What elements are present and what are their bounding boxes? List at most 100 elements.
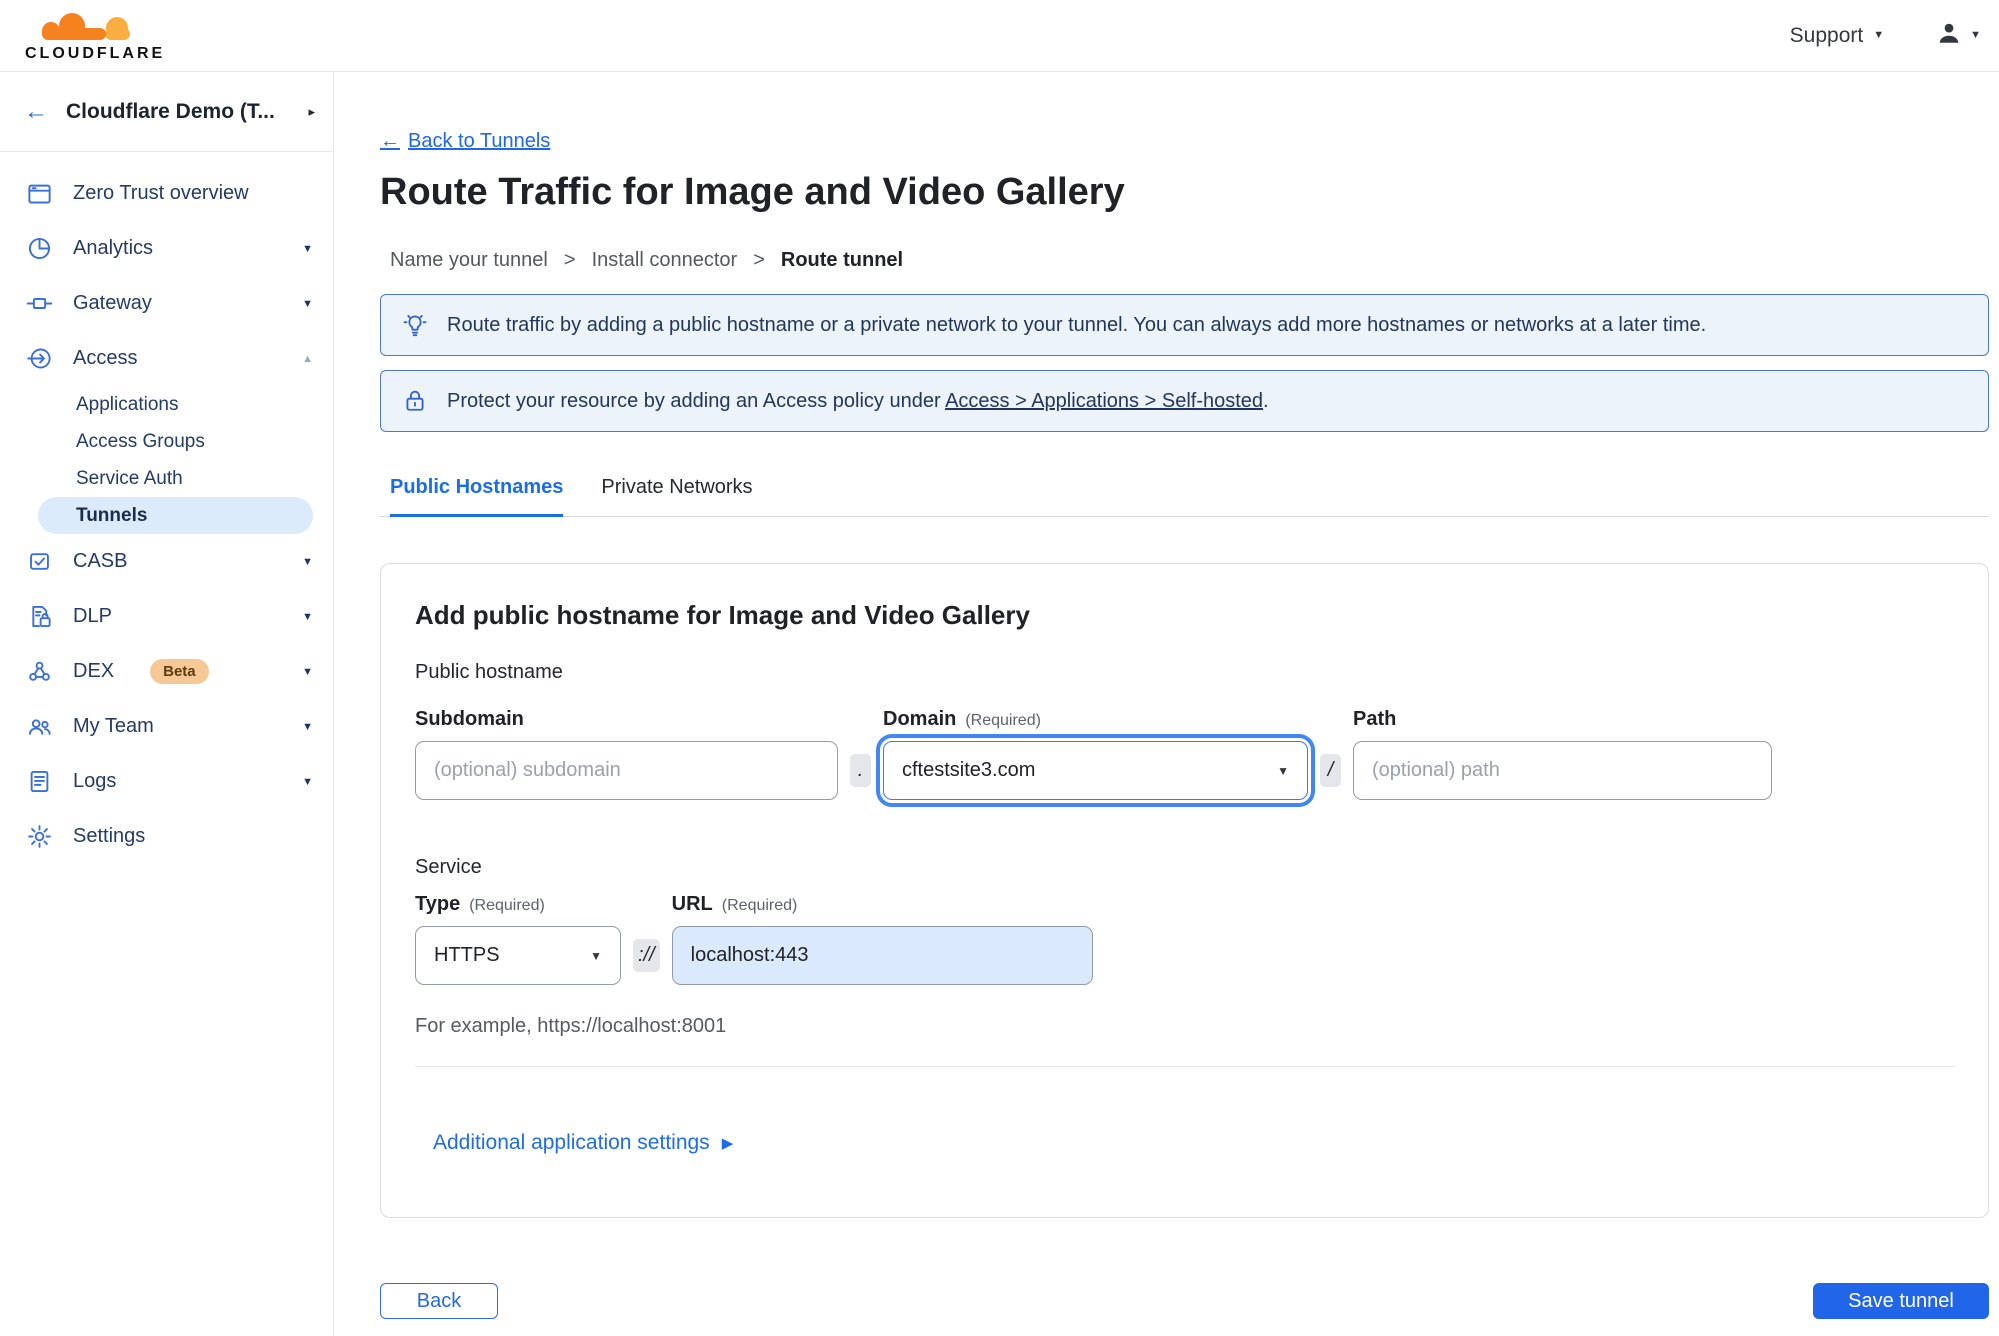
service-type-select[interactable]: HTTPS ▼ [415,926,621,985]
support-menu[interactable]: Support ▼ [1790,24,1884,48]
sidebar-item-label: Analytics [73,237,154,259]
cloudflare-logo[interactable]: CLOUDFLARE [17,11,167,61]
chevron-down-icon: ▼ [1970,29,1981,41]
user-icon [1936,20,1962,51]
sidebar-item-label: Tunnels [76,504,148,526]
chevron-down-icon: ▼ [302,775,313,788]
sidebar-item-casb[interactable]: CASB ▼ [0,534,333,589]
team-icon [26,713,53,740]
required-hint: (Required) [469,897,545,914]
sidebar-item-analytics[interactable]: Analytics ▼ [0,221,333,276]
required-hint: (Required) [721,897,798,914]
wizard-actions: Back Save tunnel [380,1283,1989,1319]
sidebar-item-label: Logs [73,770,117,792]
sidebar-item-label: CASB [73,550,128,572]
back-arrow-icon: ← [380,130,400,152]
step-route-tunnel: Route tunnel [780,249,904,271]
dex-icon [26,658,53,685]
caret-right-icon: ▶ [721,1135,734,1152]
sidebar-item-label: Applications [76,393,179,415]
sidebar-item-applications[interactable]: Applications [0,386,333,423]
access-policy-suffix: . [1263,389,1269,412]
access-policy-link[interactable]: Access > Applications > Self-hosted [945,390,1263,412]
lock-icon [406,390,424,411]
sidebar-item-dex[interactable]: DEX Beta ▼ [0,644,333,699]
chevron-down-icon: ▼ [302,720,313,733]
back-button[interactable]: Back [380,1283,498,1319]
support-label: Support [1789,23,1864,47]
overview-icon [26,180,53,207]
chevron-up-icon: ▲ [302,352,313,365]
service-field-row: Type (Required) HTTPS ▼ :// URL (Required) [415,893,1954,985]
sidebar-item-my-team[interactable]: My Team ▼ [0,699,333,754]
sidebar-expand-icon[interactable]: ▸ [308,104,315,120]
tab-public-hostnames[interactable]: Public Hostnames [390,476,564,517]
sidebar-item-gateway[interactable]: Gateway ▼ [0,276,333,331]
type-selected-value: HTTPS [434,944,500,966]
page-title: Route Traffic for Image and Video Galler… [380,171,1125,213]
back-arrow-icon[interactable]: ← [24,98,48,126]
main-content: ← Back to Tunnels Route Traffic for Imag… [334,72,1999,1336]
cloudflare-cloud-icon: CLOUDFLARE [25,12,165,61]
sidebar-item-logs[interactable]: Logs ▼ [0,754,333,809]
sidebar-item-label: DEX [73,660,115,682]
sidebar-item-dlp[interactable]: DLP ▼ [0,589,333,644]
url-example-text: For example, https://localhost:8001 [415,1015,727,1037]
sidebar-item-settings[interactable]: Settings [0,809,333,864]
chevron-down-icon: ▼ [1277,763,1289,778]
service-url-input[interactable] [671,926,1093,985]
required-hint: (Required) [965,712,1041,729]
account-menu[interactable]: ▼ [1936,20,1981,51]
step-install-connector[interactable]: Install connector [592,249,738,272]
sidebar: ← Cloudflare Demo (T... ▸ Zero Trust ove… [0,72,334,1336]
back-to-tunnels-link[interactable]: ← Back to Tunnels [380,130,550,153]
save-tunnel-button[interactable]: Save tunnel [1813,1283,1989,1319]
sidebar-header: ← Cloudflare Demo (T... ▸ [0,72,333,152]
chevron-down-icon: ▼ [302,555,313,568]
hostname-field-row: Subdomain . Domain(Required) cftestsite3… [415,708,1954,800]
chevron-down-icon: ▼ [302,610,313,623]
public-hostname-card: Add public hostname for Image and Video … [380,563,1989,1218]
card-title: Add public hostname for Image and Video … [415,600,1030,630]
logo-text: CLOUDFLARE [25,45,165,61]
access-icon [26,345,53,372]
beta-badge: Beta [150,659,209,684]
additional-settings-toggle[interactable]: Additional application settings ▶ [433,1131,733,1155]
sidebar-item-label: Gateway [73,292,152,314]
scheme-separator: :// [633,939,660,972]
lightbulb-icon [403,314,427,337]
url-label: URL (Required) [671,893,798,915]
step-separator: > [563,249,576,271]
gear-icon [26,823,53,850]
sidebar-item-access[interactable]: Access ▲ [0,331,333,386]
sidebar-item-service-auth[interactable]: Service Auth [0,460,333,497]
back-link-label: Back to Tunnels [408,130,551,152]
card-divider [415,1066,1954,1067]
sidebar-item-label: Service Auth [76,467,183,489]
sidebar-item-label: Settings [73,825,146,847]
type-label: Type (Required) [415,893,545,915]
sidebar-item-zero-trust-overview[interactable]: Zero Trust overview [0,166,333,221]
additional-settings-label: Additional application settings [433,1131,710,1154]
analytics-icon [26,235,53,262]
sidebar-item-label: Access Groups [76,430,205,452]
domain-select[interactable]: cftestsite3.com ▼ [883,741,1308,800]
step-name-your-tunnel[interactable]: Name your tunnel [390,249,548,272]
hostname-section-label: Public hostname [415,661,563,683]
dot-separator: . [850,754,871,787]
dlp-icon [26,603,53,630]
logs-icon [26,768,53,795]
chevron-down-icon: ▼ [590,948,602,963]
casb-icon [26,548,53,575]
slash-separator: / [1320,754,1341,787]
sidebar-item-label: My Team [73,715,154,737]
chevron-down-icon: ▼ [302,297,313,310]
access-policy-banner: Protect your resource by adding an Acces… [380,370,1989,432]
tab-bar: Public Hostnames Private Networks [380,476,1989,517]
account-name: Cloudflare Demo (T... [66,99,275,123]
tab-private-networks[interactable]: Private Networks [601,476,752,516]
sidebar-item-tunnels[interactable]: Tunnels [38,497,313,534]
sidebar-item-access-groups[interactable]: Access Groups [0,423,333,460]
subdomain-input[interactable] [415,741,838,800]
path-input[interactable] [1353,741,1772,800]
